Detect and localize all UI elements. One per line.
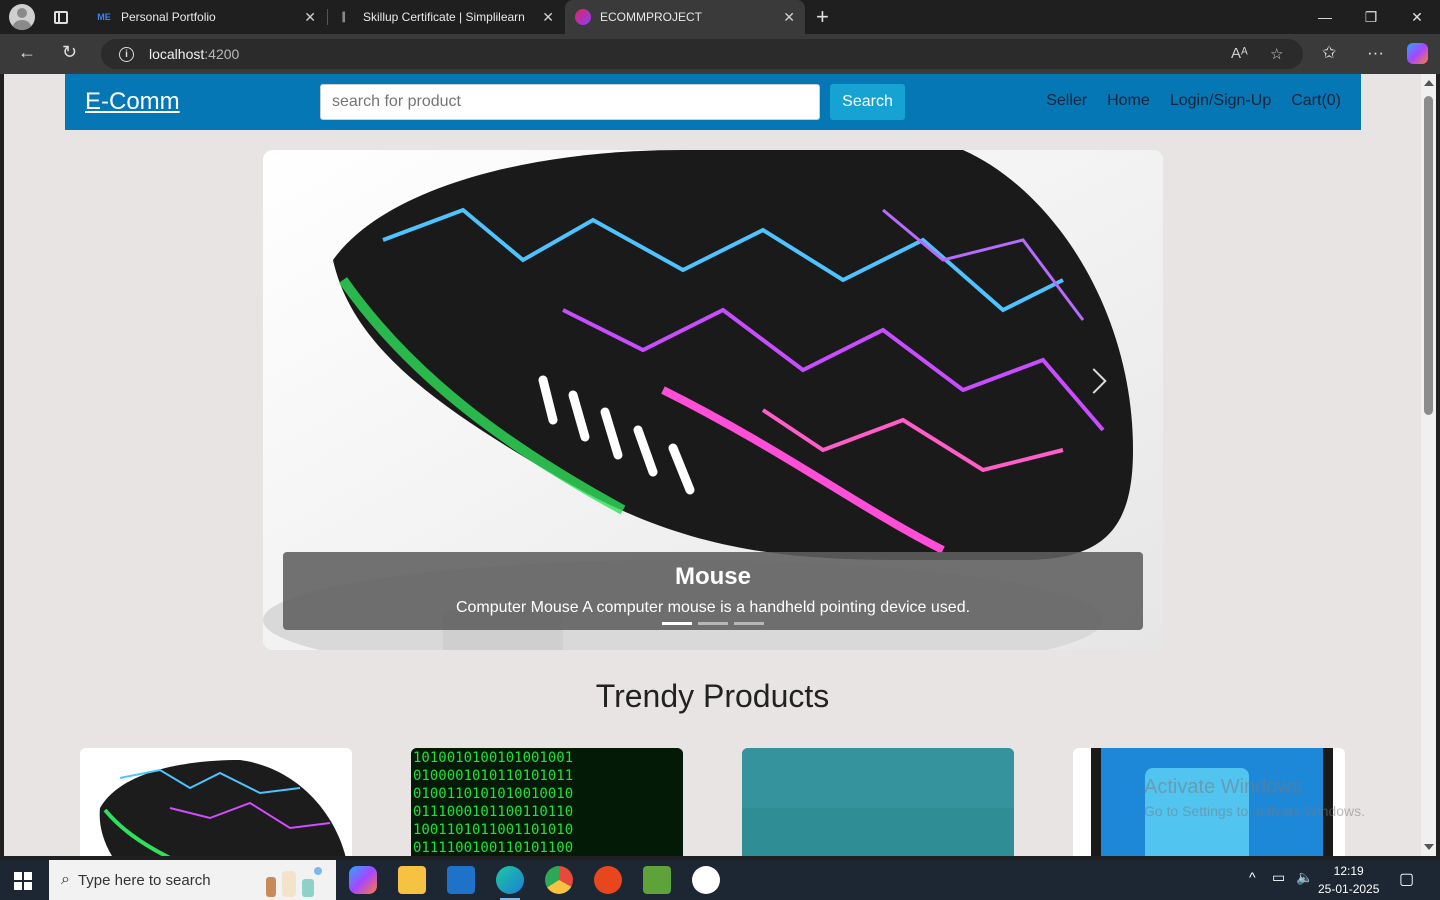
svg-text:0111000101100110110: 0111000101100110110: [413, 804, 573, 820]
search-input[interactable]: [320, 84, 820, 120]
profile-avatar-icon[interactable]: [9, 4, 35, 30]
edge-icon[interactable]: [496, 866, 524, 900]
site-header: E-Comm Search Seller Home Login/Sign-Up …: [65, 74, 1361, 130]
tab-simplilearn[interactable]: ▍ Skillup Certificate | Simplilearn ✕: [328, 0, 564, 34]
browser-tab-strip: ME Personal Portfolio ✕ ▍ Skillup Certif…: [0, 0, 1440, 34]
watermark-subtitle: Go to Settings to activate Windows.: [1144, 803, 1365, 819]
product-card-teal[interactable]: [742, 748, 1014, 856]
svg-text:0100110101010010010: 0100110101010010010: [413, 786, 573, 802]
site-logo[interactable]: E-Comm: [85, 88, 180, 116]
carousel-indicator-3[interactable]: [734, 622, 764, 625]
carousel-caption: Mouse Computer Mouse A computer mouse is…: [283, 552, 1143, 630]
read-aloud-icon[interactable]: Aᴬ: [1231, 45, 1248, 62]
svg-text:1010010100101001001: 1010010100101001001: [413, 750, 573, 766]
product-card-mouse[interactable]: [80, 748, 352, 856]
notepad-icon[interactable]: [643, 866, 671, 894]
scroll-up-icon[interactable]: [1424, 80, 1434, 86]
tab-label: Skillup Certificate | Simplilearn: [363, 10, 525, 24]
product-card-code[interactable]: 1010010100101001001 0100001010110101011 …: [411, 748, 683, 856]
close-tab-icon[interactable]: ✕: [542, 9, 554, 26]
volume-icon[interactable]: 🔈: [1296, 869, 1313, 886]
wps-office-icon[interactable]: [594, 866, 622, 894]
svg-text:0100001010110101011: 0100001010110101011: [413, 768, 573, 784]
taskbar-search-box[interactable]: ⌕ Type here to search: [49, 860, 336, 900]
favorite-star-icon[interactable]: ☆: [1270, 45, 1283, 63]
new-tab-icon[interactable]: +: [816, 4, 829, 30]
chrome-icon[interactable]: [545, 866, 573, 894]
mongodb-compass-icon[interactable]: [692, 866, 720, 894]
nav-links: Seller Home Login/Sign-Up Cart(0): [1046, 92, 1341, 110]
close-window-icon[interactable]: ✕: [1394, 0, 1440, 34]
copilot-icon[interactable]: [1407, 43, 1428, 64]
carousel-indicators: [662, 622, 764, 625]
carousel-title: Mouse: [674, 563, 751, 590]
file-explorer-icon[interactable]: [398, 866, 426, 894]
svg-text:0111100100110101100: 0111100100110101100: [413, 840, 573, 856]
mouse-thumbnail-image: [80, 748, 352, 856]
refresh-icon[interactable]: ↻: [62, 42, 77, 63]
svg-text:1001101011001101010: 1001101011001101010: [413, 822, 573, 838]
carousel-indicator-2[interactable]: [698, 622, 728, 625]
activate-windows-watermark: Activate Windows Go to Settings to activ…: [1144, 776, 1365, 819]
tab-actions-icon[interactable]: [54, 10, 68, 24]
nav-link-login[interactable]: Login/Sign-Up: [1170, 92, 1271, 110]
search-icon: ⌕: [61, 871, 70, 888]
watermark-title: Activate Windows: [1144, 776, 1302, 798]
url-host: localhost: [149, 46, 205, 62]
tab-ecommproject[interactable]: ECOMMPROJECT ✕: [565, 0, 805, 34]
scroll-down-icon[interactable]: [1424, 844, 1434, 850]
windows-start-icon[interactable]: [14, 872, 32, 890]
tab-personal-portfolio[interactable]: ME Personal Portfolio ✕: [86, 0, 326, 34]
address-bar[interactable]: i localhost:4200 Aᴬ ☆: [101, 39, 1303, 69]
teal-product-image: [742, 748, 1014, 856]
url-port: :4200: [204, 46, 240, 62]
angular-favicon-icon: [575, 9, 591, 25]
restore-icon[interactable]: ❐: [1348, 0, 1394, 34]
me-favicon-icon: ME: [97, 12, 111, 22]
page-scrollbar[interactable]: [1421, 74, 1436, 856]
system-clock[interactable]: 12:19 25-01-2025: [1318, 862, 1379, 898]
scrollbar-thumb[interactable]: [1424, 96, 1433, 415]
product-carousel: Mouse Computer Mouse A computer mouse is…: [263, 150, 1163, 650]
page-viewport: E-Comm Search Seller Home Login/Sign-Up …: [4, 74, 1421, 856]
clock-time: 12:19: [1333, 864, 1364, 878]
tab-label: Personal Portfolio: [121, 10, 216, 24]
vscode-icon[interactable]: [447, 866, 475, 894]
more-options-icon[interactable]: ···: [1367, 43, 1384, 63]
browser-toolbar: ← ↻ i localhost:4200 Aᴬ ☆ ✩ ···: [0, 34, 1440, 74]
favorites-icon[interactable]: ✩: [1322, 43, 1336, 63]
trendy-products-title: Trendy Products: [595, 678, 830, 714]
tab-label: ECOMMPROJECT: [600, 10, 702, 24]
carousel-description: Computer Mouse A computer mouse is a han…: [455, 599, 971, 616]
network-icon[interactable]: ▭: [1272, 869, 1285, 886]
search-button[interactable]: Search: [830, 84, 905, 120]
search-highlight-icon: [266, 867, 322, 897]
windows-taskbar: ⌕ Type here to search ^ ▭ 🔈 12:19 25-01-…: [0, 860, 1440, 900]
clock-date: 25-01-2025: [1318, 882, 1380, 896]
copilot-taskbar-icon[interactable]: [349, 866, 377, 894]
nav-link-home[interactable]: Home: [1107, 92, 1150, 110]
close-tab-icon[interactable]: ✕: [783, 9, 795, 26]
notifications-icon[interactable]: ▢: [1399, 869, 1414, 889]
show-hidden-icons-icon[interactable]: ^: [1249, 869, 1256, 885]
close-tab-icon[interactable]: ✕: [304, 9, 316, 26]
minimize-icon[interactable]: —: [1302, 0, 1348, 34]
nav-link-cart[interactable]: Cart(0): [1291, 92, 1341, 110]
simplilearn-favicon-icon: ▍: [342, 11, 350, 22]
carousel-indicator-1[interactable]: [662, 622, 692, 625]
back-arrow-icon[interactable]: ←: [18, 42, 36, 63]
binary-code-image: 1010010100101001001 0100001010110101011 …: [411, 748, 683, 856]
site-info-icon[interactable]: i: [119, 46, 134, 62]
url-text: localhost:4200: [149, 46, 239, 62]
nav-link-seller[interactable]: Seller: [1046, 92, 1087, 110]
taskbar-search-placeholder: Type here to search: [77, 871, 211, 889]
